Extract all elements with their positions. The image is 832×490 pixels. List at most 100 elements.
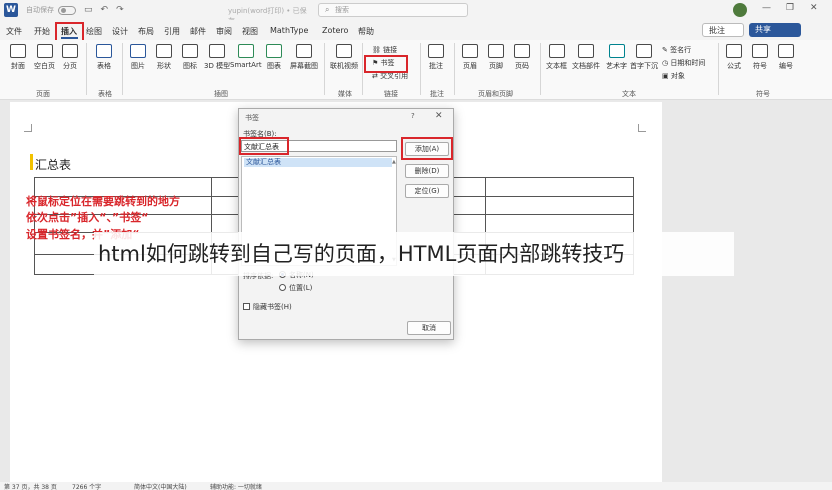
accessibility-status[interactable]: 辅助功能: 一切就绪 (210, 482, 262, 490)
chart-button[interactable]: 图表 (266, 44, 282, 71)
goto-bookmark-button[interactable]: 定位(G) (405, 184, 449, 198)
menu-insert-label: 插入 (61, 27, 77, 36)
video-icon (336, 44, 352, 58)
symbol-button[interactable]: 符号 (752, 44, 768, 71)
menu-insert-tab[interactable]: 插入 (55, 22, 84, 42)
drop-cap-label: 首字下沉 (630, 62, 658, 70)
omega-icon (752, 44, 768, 58)
heading-marker (30, 154, 33, 170)
user-avatar[interactable] (733, 3, 747, 17)
menu-mathtype[interactable]: MathType (270, 26, 308, 35)
screenshot-button[interactable]: 屏幕截图 (290, 44, 318, 71)
menu-view[interactable]: 视图 (242, 26, 258, 37)
shapes-button[interactable]: 形状 (156, 44, 172, 71)
delete-bookmark-button[interactable]: 删除(D) (405, 164, 449, 178)
redo-icon[interactable]: ↷ (116, 5, 124, 15)
page-number-icon (514, 44, 530, 58)
shapes-icon (156, 44, 172, 58)
restore-button[interactable]: ❐ (786, 3, 794, 13)
language-status[interactable]: 简体中文(中国大陆) (134, 482, 187, 490)
list-item[interactable]: 文献汇总表 (244, 158, 392, 167)
pictures-button[interactable]: 图片 (130, 44, 146, 71)
online-video-button[interactable]: 联机视频 (330, 44, 358, 71)
menu-mailings[interactable]: 邮件 (190, 26, 206, 37)
text-box-button[interactable]: 文本框 (546, 44, 567, 71)
page-number-label: 页码 (515, 62, 529, 70)
date-time-button[interactable]: ◷ 日期和时间 (662, 58, 705, 68)
add-button-highlight (401, 137, 453, 160)
menu-home[interactable]: 开始 (34, 26, 50, 37)
menu-design[interactable]: 设计 (112, 26, 128, 37)
smartart-button[interactable]: SmartArt (230, 44, 262, 69)
cover-page-button[interactable]: 封面 (10, 44, 26, 71)
sort-location-radio[interactable] (279, 284, 286, 291)
cancel-button[interactable]: 取消 (407, 321, 451, 335)
wordart-button[interactable]: 艺术字 (606, 44, 627, 71)
page-break-button[interactable]: 分页 (62, 44, 78, 71)
search-placeholder: 搜索 (335, 6, 349, 14)
menu-zotero[interactable]: Zotero (322, 26, 348, 35)
undo-icon[interactable]: ↶ (101, 5, 109, 15)
page-break-label: 分页 (63, 62, 77, 70)
dialog-close-icon[interactable]: ✕ (435, 111, 443, 121)
share-button[interactable]: 共享 (749, 23, 801, 37)
hidden-bookmarks-checkbox[interactable] (243, 303, 250, 310)
instruction-note-line-1: 将鼠标定位在需要跳转到的地方 (26, 195, 180, 208)
3d-models-button[interactable]: 3D 模型 (204, 44, 230, 71)
text-box-label: 文本框 (546, 62, 567, 70)
link-button[interactable]: ⛓ 链接 (372, 45, 397, 55)
comment-button[interactable]: 批注 (428, 44, 444, 71)
drop-cap-button[interactable]: 首字下沉 (630, 44, 658, 71)
help-icon[interactable]: ? (411, 112, 415, 120)
quick-parts-label: 文档部件 (572, 62, 600, 70)
menu-help[interactable]: 帮助 (358, 26, 374, 37)
ribbon-divider (420, 43, 421, 95)
group-label-comments: 批注 (430, 90, 444, 98)
equation-button[interactable]: 公式 (726, 44, 742, 71)
quick-parts-button[interactable]: 文档部件 (572, 44, 600, 71)
cross-reference-label: 交叉引用 (380, 72, 409, 80)
menu-draw[interactable]: 绘图 (86, 26, 102, 37)
picture-icon (130, 44, 146, 58)
page-break-icon (62, 44, 78, 58)
status-bar: 第 37 页，共 38 页 7266 个字 简体中文(中国大陆) 辅助功能: 一… (0, 482, 832, 490)
screenshot-label: 屏幕截图 (290, 62, 318, 70)
comments-label: 批注 (709, 26, 725, 35)
scroll-up-icon[interactable]: ▲ (392, 159, 396, 165)
autosave-toggle[interactable] (58, 5, 76, 15)
group-label-pages: 页面 (36, 90, 50, 98)
menu-file[interactable]: 文件 (6, 26, 22, 37)
blank-page-button[interactable]: 空白页 (34, 44, 55, 71)
signature-line-button[interactable]: ✎ 签名行 (662, 45, 691, 55)
page-number-button[interactable]: 页码 (514, 44, 530, 71)
shapes-label: 形状 (157, 62, 171, 70)
comment-label: 批注 (429, 62, 443, 70)
numbering-label: 编号 (779, 62, 793, 70)
bookmark-highlight (364, 55, 408, 73)
menu-review[interactable]: 审阅 (216, 26, 232, 37)
table-button[interactable]: 表格 (96, 44, 112, 71)
word-logo-icon: W (4, 3, 18, 17)
icons-button[interactable]: 图标 (182, 44, 198, 71)
save-icon[interactable]: ▭ (84, 5, 93, 15)
menu-layout[interactable]: 布局 (138, 26, 154, 37)
object-button[interactable]: ▣ 对象 (662, 71, 685, 81)
word-count[interactable]: 7266 个字 (72, 482, 101, 490)
ribbon-divider (718, 43, 719, 95)
minimize-button[interactable]: — (762, 3, 771, 13)
numbering-button[interactable]: 编号 (778, 44, 794, 71)
group-label-illustrations: 插图 (214, 90, 228, 98)
header-icon (462, 44, 478, 58)
search-box[interactable]: ⌕ 搜索 (318, 3, 468, 17)
header-button[interactable]: 页眉 (462, 44, 478, 71)
table-icon (96, 44, 112, 58)
footer-button[interactable]: 页脚 (488, 44, 504, 71)
icons-icon (182, 44, 198, 58)
smartart-label: SmartArt (230, 61, 262, 69)
page-count[interactable]: 第 37 页，共 38 页 (4, 482, 57, 490)
sort-location-label: 位置(L) (289, 284, 313, 292)
close-window-button[interactable]: ✕ (810, 3, 818, 13)
menu-references[interactable]: 引用 (164, 26, 180, 37)
group-label-tables: 表格 (98, 90, 112, 98)
comments-button[interactable]: 批注 (702, 23, 744, 37)
